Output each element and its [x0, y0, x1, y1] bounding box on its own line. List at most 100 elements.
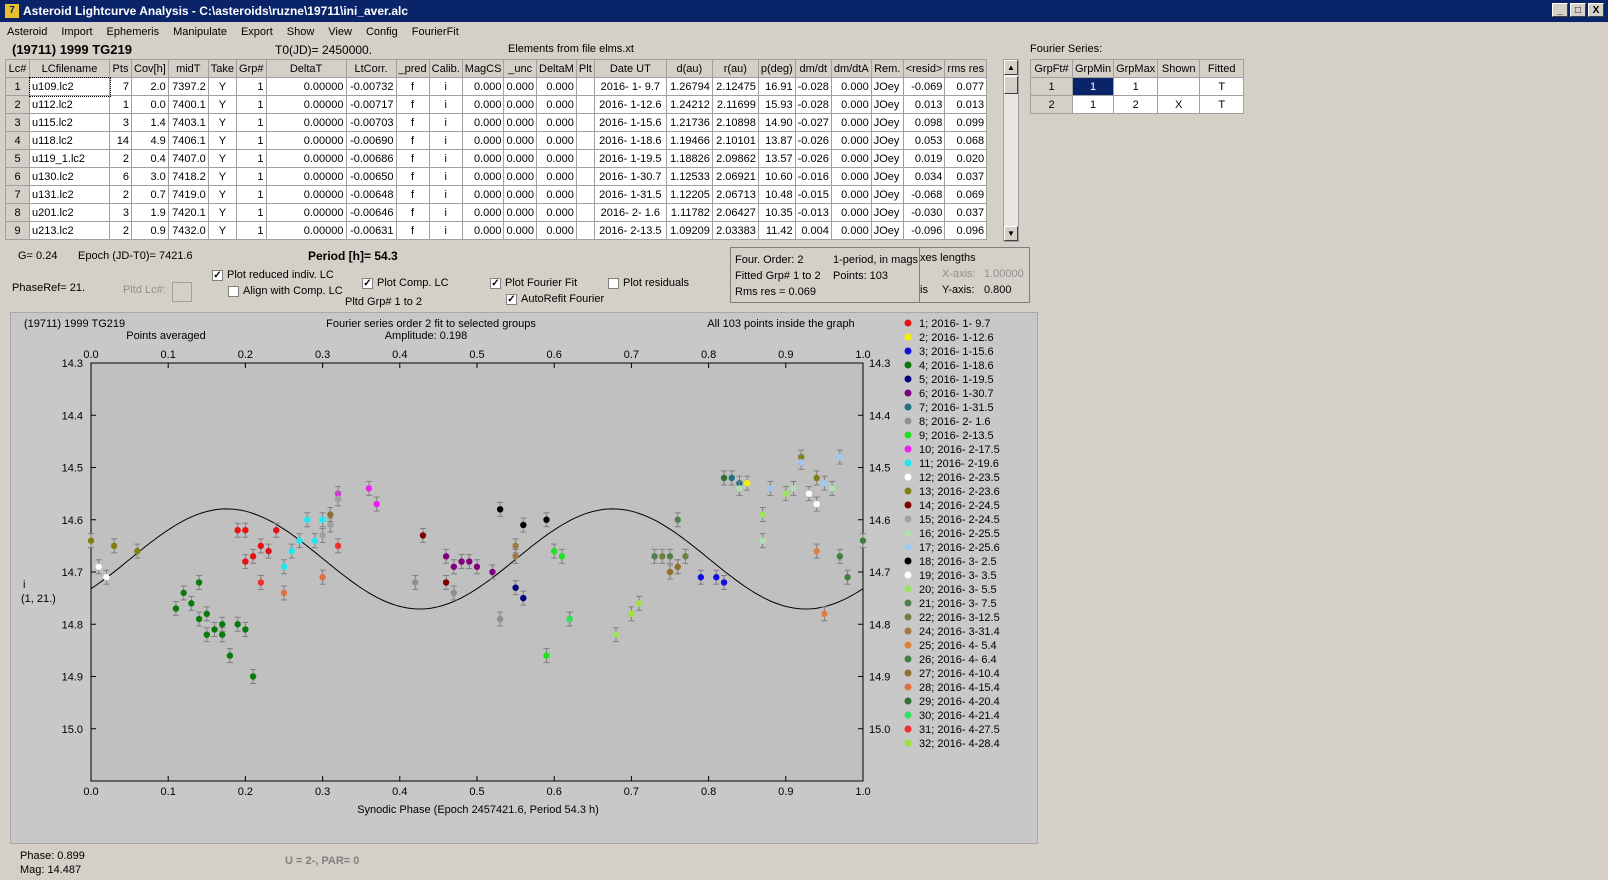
table-cell[interactable]: 0.000 — [830, 77, 872, 96]
table-cell[interactable]: 13.57 — [757, 149, 796, 168]
lc-col-header[interactable]: Cov[h] — [131, 59, 169, 78]
table-cell[interactable]: 0.013 — [902, 95, 946, 114]
table-cell[interactable]: i — [428, 113, 463, 132]
table-cell[interactable]: 7403.1 — [167, 113, 209, 132]
table-cell[interactable]: 1.9 — [131, 203, 169, 222]
table-cell[interactable]: 0.000 — [461, 131, 505, 150]
table-cell[interactable]: 1.24212 — [665, 95, 713, 114]
table-cell[interactable]: 2016- 1-19.5 — [593, 149, 667, 168]
table-cell[interactable]: f — [395, 221, 430, 240]
table-cell[interactable]: 0.020 — [944, 149, 988, 168]
table-cell[interactable]: 0.00000 — [265, 149, 347, 168]
table-cell[interactable]: 10.35 — [757, 203, 796, 222]
table-cell[interactable]: 2016- 2- 1.6 — [593, 203, 667, 222]
table-cell[interactable]: 2.06921 — [711, 167, 759, 186]
restore-button[interactable]: □ — [1570, 3, 1586, 17]
table-cell[interactable]: 1 — [236, 113, 267, 132]
table-cell[interactable]: 0.000 — [830, 221, 872, 240]
table-cell[interactable]: u119_1.lc2 — [29, 149, 110, 168]
table-cell[interactable] — [575, 203, 595, 222]
table-cell[interactable]: u109.lc2 — [28, 76, 111, 97]
table-cell[interactable]: 0.000 — [536, 77, 577, 96]
lc-col-header[interactable]: DeltaM — [536, 59, 577, 78]
close-button[interactable]: X — [1588, 3, 1604, 17]
lc-col-header[interactable]: Calib. — [428, 59, 463, 78]
table-cell[interactable]: 0.037 — [944, 167, 988, 186]
table-cell[interactable]: JOey — [870, 221, 904, 240]
table-cell[interactable]: 0.00000 — [265, 113, 347, 132]
table-cell[interactable]: i — [428, 149, 463, 168]
table-cell[interactable]: -0.00631 — [345, 221, 397, 240]
table-cell[interactable] — [575, 167, 595, 186]
lc-col-header[interactable]: Plt — [575, 59, 595, 78]
row-header[interactable]: 1 — [1030, 77, 1073, 96]
table-cell[interactable]: 0.0 — [131, 95, 169, 114]
table-cell[interactable]: 2.12475 — [711, 77, 759, 96]
table-cell[interactable]: -0.028 — [794, 95, 832, 114]
table-cell[interactable]: 0.000 — [461, 77, 505, 96]
table-cell[interactable]: -0.028 — [794, 77, 832, 96]
table-cell[interactable]: 2 — [1113, 95, 1159, 114]
fourier-row[interactable]: 212XT — [1030, 95, 1245, 114]
row-header[interactable]: 5 — [5, 149, 30, 168]
table-cell[interactable]: u131.lc2 — [29, 185, 110, 204]
table-cell[interactable]: 1 — [236, 203, 267, 222]
table-cell[interactable]: 0.000 — [503, 221, 537, 240]
table-cell[interactable]: 0.00000 — [265, 221, 347, 240]
table-cell[interactable]: 6 — [109, 167, 132, 186]
table-cell[interactable]: Y — [207, 113, 238, 132]
table-cell[interactable]: 1.09209 — [665, 221, 713, 240]
table-cell[interactable]: 1.26794 — [665, 77, 713, 96]
table-cell[interactable] — [1157, 77, 1201, 96]
table-cell[interactable]: 0.000 — [536, 167, 577, 186]
table-cell[interactable]: 1 — [236, 95, 267, 114]
table-row[interactable]: 9 u213.lc2 2 0.9 7432.0 Y 1 0.00000 -0.00631 f i 0.… — [5, 221, 988, 240]
table-cell[interactable]: 0.000 — [536, 131, 577, 150]
table-cell[interactable]: 2 — [109, 185, 132, 204]
table-cell[interactable]: 1 — [236, 77, 267, 96]
table-cell[interactable] — [575, 185, 595, 204]
table-cell[interactable] — [575, 149, 595, 168]
table-cell[interactable]: 0.00000 — [265, 185, 347, 204]
lc-col-header[interactable]: Grp# — [236, 59, 267, 78]
table-cell[interactable]: 0.096 — [944, 221, 988, 240]
table-cell[interactable]: 7406.1 — [167, 131, 209, 150]
table-cell[interactable]: 2.10898 — [711, 113, 759, 132]
table-cell[interactable]: f — [395, 77, 430, 96]
table-cell[interactable]: 1 — [236, 167, 267, 186]
table-cell[interactable]: -0.069 — [902, 77, 946, 96]
table-cell[interactable]: 1.11782 — [665, 203, 713, 222]
table-cell[interactable]: 0.000 — [461, 167, 505, 186]
table-row[interactable]: 4 u118.lc2 14 4.9 7406.1 Y 1 0.00000 -0.00690 f i 0… — [5, 131, 988, 150]
table-cell[interactable]: 0.000 — [536, 221, 577, 240]
table-cell[interactable]: -0.00690 — [345, 131, 397, 150]
table-row[interactable]: 8 u201.lc2 3 1.9 7420.1 Y 1 0.00000 -0.00646 f i 0.… — [5, 203, 988, 222]
table-cell[interactable]: JOey — [870, 149, 904, 168]
table-cell[interactable]: 14.90 — [757, 113, 796, 132]
table-cell[interactable]: 2.10101 — [711, 131, 759, 150]
table-cell[interactable]: 0.00000 — [265, 167, 347, 186]
table-cell[interactable]: 0.000 — [503, 131, 537, 150]
table-cell[interactable]: 0.000 — [461, 203, 505, 222]
autorefit-checkbox[interactable]: ✓ AutoRefit Fourier — [506, 293, 604, 305]
table-cell[interactable]: 3 — [109, 203, 132, 222]
lc-col-header[interactable]: r(au) — [711, 59, 759, 78]
table-cell[interactable]: 1 — [1113, 77, 1159, 96]
lc-col-header[interactable]: _unc — [503, 59, 537, 78]
table-cell[interactable]: X — [1157, 95, 1201, 114]
table-cell[interactable]: 7400.1 — [167, 95, 209, 114]
scroll-down-icon[interactable]: ▼ — [1004, 226, 1018, 241]
lc-col-header[interactable]: Lc# — [5, 59, 30, 78]
table-cell[interactable]: Y — [207, 149, 238, 168]
table-cell[interactable]: 0.7 — [131, 185, 169, 204]
menu-show[interactable]: Show — [280, 26, 322, 38]
lc-col-header[interactable]: DeltaT — [265, 59, 347, 78]
table-cell[interactable]: 0.013 — [944, 95, 988, 114]
table-cell[interactable] — [575, 113, 595, 132]
table-cell[interactable]: 1.18826 — [665, 149, 713, 168]
table-cell[interactable]: 1 — [236, 149, 267, 168]
table-cell[interactable]: 0.004 — [794, 221, 832, 240]
table-cell[interactable]: 7 — [109, 77, 132, 96]
lightcurve-chart[interactable]: 0.0 0.0 0.1 0.1 0.2 0.2 0.3 0.3 0.4 0.4 0.5 0.5 0.6 0… — [11, 313, 1037, 843]
lc-col-header[interactable]: Take — [207, 59, 238, 78]
